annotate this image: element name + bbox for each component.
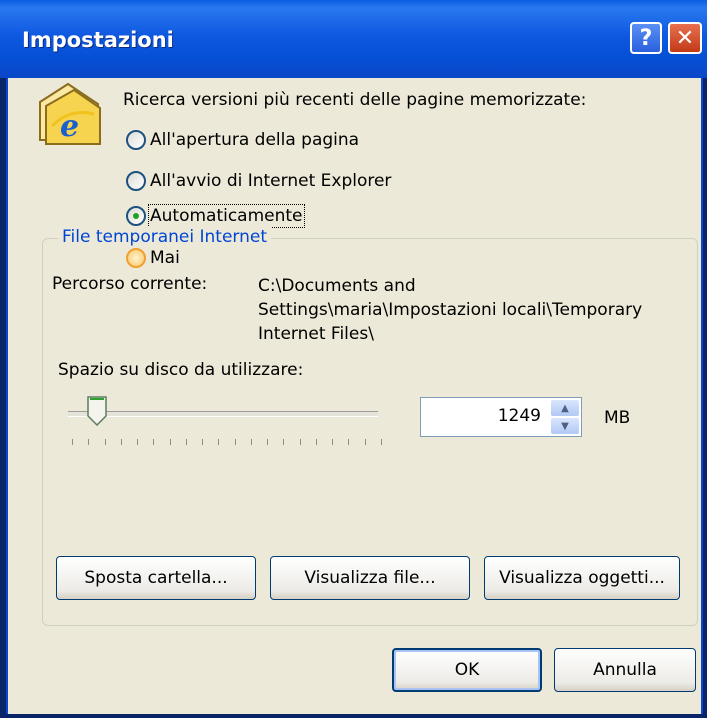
chevron-down-icon[interactable]: ▼ [551,418,579,434]
path-value: C:\Documents and Settings\maria\Impostaz… [258,274,642,346]
path-line: Internet Files\ [258,324,374,344]
close-button[interactable]: ✕ [668,22,702,54]
disk-space-slider-track[interactable] [68,411,378,417]
radio-on-page-open[interactable]: All'apertura della pagina [126,130,359,150]
radio-button-checked[interactable] [126,206,146,226]
view-files-button[interactable]: Visualizza file... [270,556,470,600]
disk-space-spinbox[interactable]: 1249 ▲ ▼ [420,397,582,437]
path-line: Settings\maria\Impostazioni locali\Tempo… [258,300,643,320]
settings-dialog: Impostazioni ? ✕ e Ricerca versioni più … [0,0,707,718]
ok-button[interactable]: OK [392,648,542,692]
radio-button[interactable] [126,171,146,191]
close-icon: ✕ [675,25,695,51]
radio-button[interactable] [126,130,146,150]
help-button[interactable]: ? [630,22,662,54]
dialog-body: e Ricerca versioni più recenti delle pag… [6,78,703,714]
spin-buttons: ▲ ▼ [551,400,579,434]
radio-label: All'apertura della pagina [150,130,360,150]
radio-label: All'avvio di Internet Explorer [150,171,392,191]
chevron-up-icon[interactable]: ▲ [551,400,579,416]
disk-space-label: Spazio su disco da utilizzare: [58,360,304,380]
group-title: File temporanei Internet [58,227,271,247]
window-title: Impostazioni [22,28,174,52]
ie-folder-icon: e [39,82,101,145]
disk-space-slider-thumb[interactable] [86,396,107,426]
path-line: C:\Documents and [258,276,416,296]
radio-label: Automaticamente [148,204,305,228]
disk-space-unit: MB [604,408,631,428]
title-bar[interactable]: Impostazioni ? ✕ [0,0,707,78]
cancel-button[interactable]: Annulla [554,648,696,692]
view-objects-button[interactable]: Visualizza oggetti... [484,556,680,600]
radio-automatic[interactable]: Automaticamente [126,204,305,228]
radio-on-ie-start[interactable]: All'avvio di Internet Explorer [126,171,391,191]
check-prompt: Ricerca versioni più recenti delle pagin… [123,90,587,110]
disk-space-value[interactable]: 1249 [498,406,541,426]
move-folder-button[interactable]: Sposta cartella... [56,556,256,600]
path-label: Percorso corrente: [52,274,208,294]
slider-ticks [72,439,382,447]
help-icon: ? [639,25,653,51]
